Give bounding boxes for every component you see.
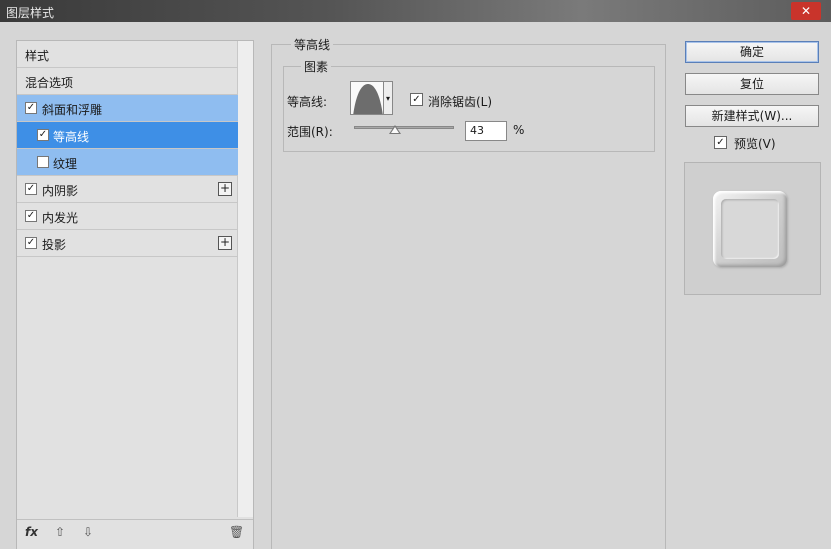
add-inner-shadow-button[interactable]: + <box>218 182 232 196</box>
fx-icon[interactable]: fx <box>25 525 38 539</box>
style-preview-box <box>684 162 821 295</box>
texture-item[interactable]: 纹理 <box>17 149 238 176</box>
contour-picker[interactable] <box>350 81 384 115</box>
range-slider[interactable] <box>354 126 454 129</box>
title-bar: 图层样式 ✕ <box>0 0 831 22</box>
add-drop-shadow-button[interactable]: + <box>218 236 232 250</box>
bevel-emboss-checkbox[interactable]: ✓ <box>25 102 37 114</box>
preview-thumbnail <box>713 191 787 267</box>
texture-label: 纹理 <box>53 157 78 171</box>
contour-item[interactable]: ✓ 等高线 <box>17 122 238 149</box>
preview-label: 预览(V) <box>734 137 776 151</box>
inner-shadow-checkbox[interactable]: ✓ <box>25 183 37 195</box>
contour-dropdown-icon[interactable]: ▾ <box>384 81 393 115</box>
inner-shadow-label: 内阴影 <box>42 184 79 198</box>
reset-button[interactable]: 复位 <box>685 73 819 95</box>
contour-label-text: 等高线: <box>287 95 328 109</box>
range-unit: % <box>513 123 525 137</box>
contour-checkbox[interactable]: ✓ <box>37 129 49 141</box>
style-list-toolbar: fx ⇧ ⇩ 🗑 <box>17 519 253 545</box>
trash-icon[interactable]: 🗑 <box>229 525 244 539</box>
style-list-scrollbar[interactable] <box>237 41 253 517</box>
contour-curve-icon <box>353 84 383 114</box>
layer-style-dialog: 样式 混合选项 ✓ 斜面和浮雕 ✓ 等高线 纹理 ✓ 内阴影 + ✓ 内发光 ✓… <box>0 22 831 549</box>
range-input[interactable]: 43 <box>465 121 507 141</box>
ok-button[interactable]: 确定 <box>685 41 819 63</box>
elements-subtitle: 图素 <box>301 58 332 75</box>
new-style-button[interactable]: 新建样式(W)... <box>685 105 819 127</box>
antialias-checkbox[interactable]: ✓ <box>410 93 423 106</box>
preview-checkbox[interactable]: ✓ <box>714 136 727 149</box>
style-list: 样式 混合选项 ✓ 斜面和浮雕 ✓ 等高线 纹理 ✓ 内阴影 + ✓ 内发光 ✓… <box>16 40 254 549</box>
move-up-icon[interactable]: ⇧ <box>55 525 65 539</box>
range-slider-thumb[interactable] <box>389 125 401 134</box>
window-title: 图层样式 <box>6 6 55 20</box>
close-button[interactable]: ✕ <box>791 2 821 20</box>
drop-shadow-checkbox[interactable]: ✓ <box>25 237 37 249</box>
range-label: 范围(R): <box>287 125 333 139</box>
inner-shadow-item[interactable]: ✓ 内阴影 + <box>17 176 238 203</box>
style-list-header[interactable]: 样式 <box>17 41 238 68</box>
contour-group-title: 等高线 <box>291 36 334 53</box>
inner-glow-label: 内发光 <box>42 211 79 225</box>
move-down-icon[interactable]: ⇩ <box>83 525 93 539</box>
contour-label: 等高线 <box>53 130 90 144</box>
texture-checkbox[interactable] <box>37 156 49 168</box>
style-list-header-label: 样式 <box>25 49 50 63</box>
drop-shadow-item[interactable]: ✓ 投影 + <box>17 230 238 257</box>
drop-shadow-label: 投影 <box>42 238 67 252</box>
blend-options-label: 混合选项 <box>25 76 74 90</box>
blend-options-item[interactable]: 混合选项 <box>17 68 238 95</box>
antialias-label: 消除锯齿(L) <box>428 95 493 109</box>
bevel-emboss-label: 斜面和浮雕 <box>42 103 103 117</box>
bevel-emboss-item[interactable]: ✓ 斜面和浮雕 <box>17 95 238 122</box>
inner-glow-item[interactable]: ✓ 内发光 <box>17 203 238 230</box>
inner-glow-checkbox[interactable]: ✓ <box>25 210 37 222</box>
